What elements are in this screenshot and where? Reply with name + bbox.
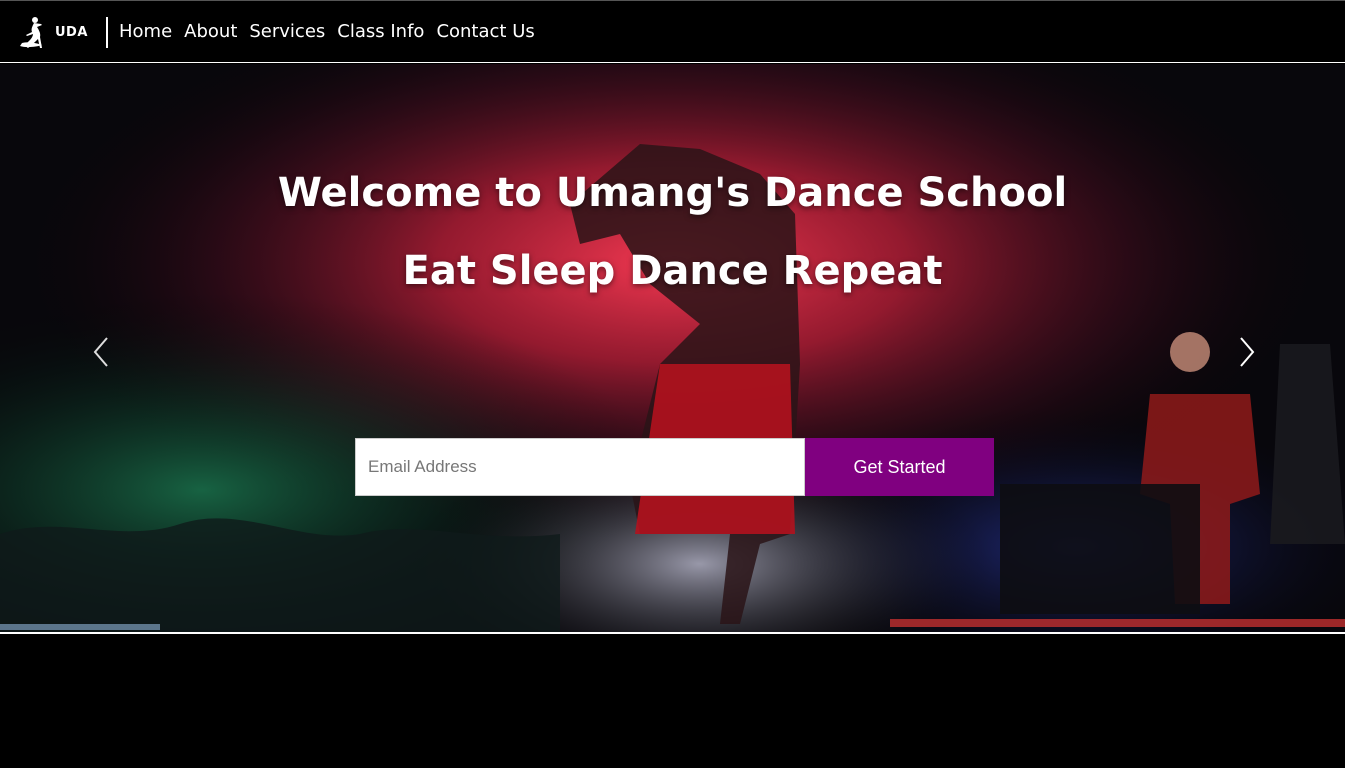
dancer-silhouette-icon[interactable] (16, 15, 46, 51)
hero-subtitle: Eat Sleep Dance Repeat (402, 248, 943, 294)
brand-name[interactable]: UDA (55, 25, 88, 40)
nav-link-services[interactable]: Services (249, 21, 325, 42)
signup-form: Get Started (355, 438, 994, 496)
get-started-button[interactable]: Get Started (805, 438, 994, 496)
main-nav: Home About Services Class Info Contact U… (119, 21, 535, 42)
nav-link-home[interactable]: Home (119, 21, 172, 42)
nav-link-contact-us[interactable]: Contact Us (436, 21, 534, 42)
nav-divider (106, 17, 108, 48)
hero-background-image (0, 64, 1345, 632)
nav-link-about[interactable]: About (184, 21, 237, 42)
chevron-right-icon[interactable] (1232, 332, 1262, 372)
hero-carousel: Welcome to Umang's Dance School Eat Slee… (0, 64, 1345, 632)
nav-link-class-info[interactable]: Class Info (337, 21, 424, 42)
top-navbar: UDA Home About Services Class Info Conta… (0, 0, 1345, 63)
hero-title: Welcome to Umang's Dance School (277, 170, 1068, 216)
chevron-left-icon[interactable] (86, 332, 116, 372)
email-input[interactable] (355, 438, 805, 496)
hero-bottom-divider (0, 632, 1345, 634)
